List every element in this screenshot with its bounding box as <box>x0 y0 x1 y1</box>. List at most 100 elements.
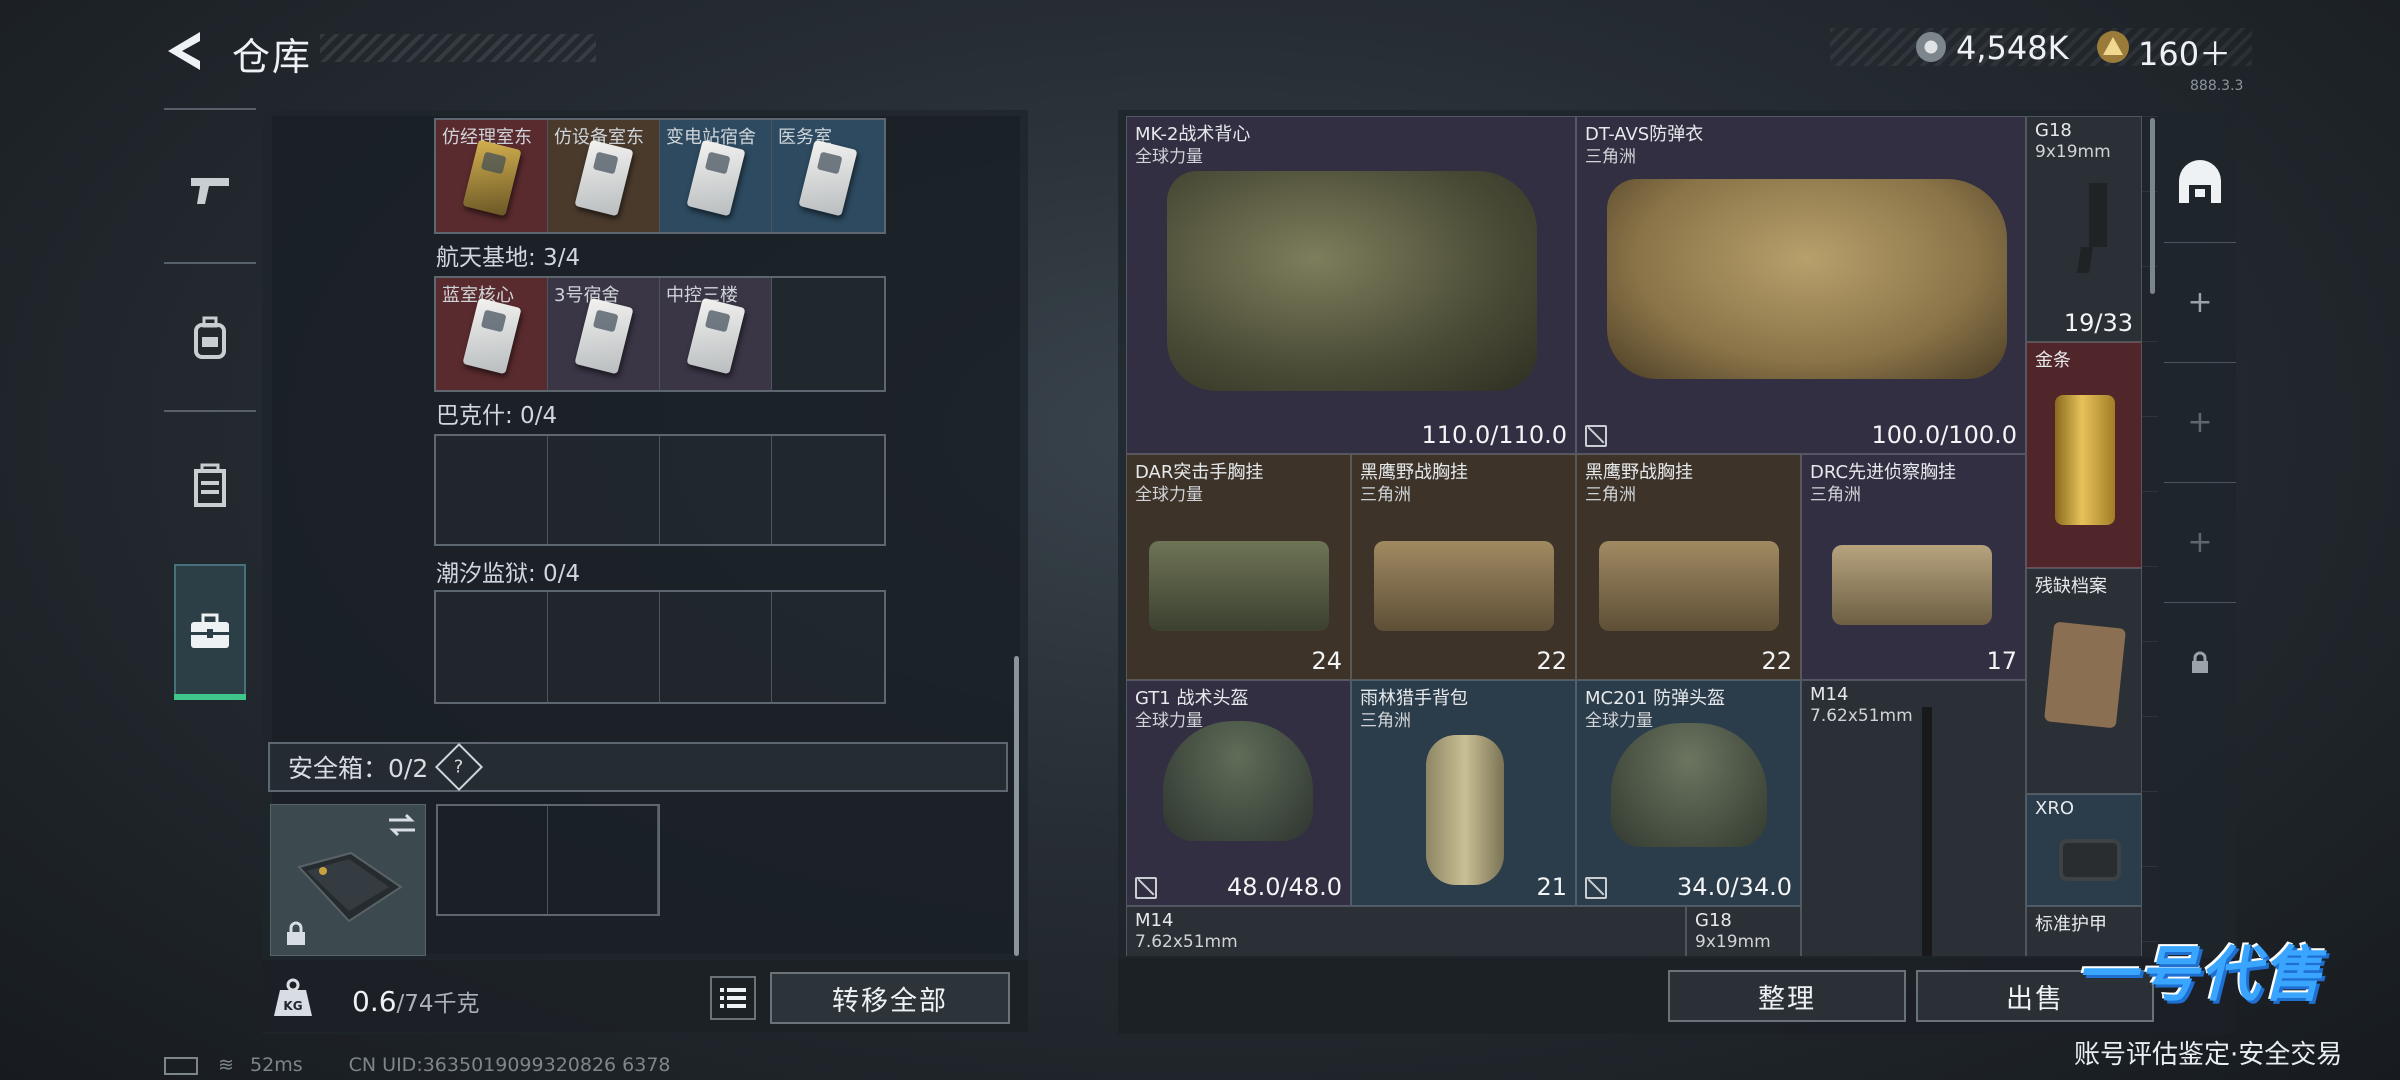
stash-item[interactable]: M14 7.62x51mm <box>1801 680 2026 956</box>
list-icon <box>720 988 746 1008</box>
stash-item[interactable]: G18 9x19mm 19/33 <box>2026 116 2142 342</box>
stash-item[interactable]: 残缺档案 <box>2026 568 2142 794</box>
currency-triangle-value[interactable]: 160＋ <box>2138 29 2231 75</box>
key-slot[interactable]: 3号宿舍 <box>548 278 660 390</box>
help-icon[interactable]: ? <box>435 742 484 792</box>
key-slot-empty[interactable] <box>548 436 660 544</box>
weight-current: 0.6 <box>352 985 397 1018</box>
item-name: 金条 <box>2035 350 2071 371</box>
version-text: 888.3.3 <box>2190 78 2244 94</box>
key-slot-empty[interactable] <box>548 592 660 702</box>
safe-case-slot[interactable] <box>270 804 426 956</box>
key-slot-empty[interactable] <box>772 278 884 390</box>
safe-case-icon <box>297 851 403 923</box>
key-slot[interactable]: 变电站宿舍 <box>660 120 772 232</box>
stash-page-add[interactable]: + <box>2164 242 2236 362</box>
stash-page-add[interactable]: + <box>2164 362 2236 482</box>
lock-icon <box>2192 651 2208 673</box>
weight-capacity: /74千克 <box>396 991 480 1017</box>
item-sub: 9x19mm <box>1695 932 1771 952</box>
key-card-icon <box>798 139 858 217</box>
stash-item[interactable]: MK-2战术背心 全球力量 110.0/110.0 <box>1126 116 1576 454</box>
item-sub: 三角洲 <box>1360 485 1411 505</box>
key-slot[interactable]: 仿经理室东 <box>436 120 548 232</box>
stash-item[interactable]: 黑鹰野战胸挂 三角洲 22 <box>1351 454 1576 680</box>
item-durability: 110.0/110.0 <box>1421 421 1568 449</box>
key-card-icon <box>574 297 634 375</box>
nav-divider <box>164 262 256 264</box>
kg-icon-label: KG <box>283 999 302 1013</box>
unbound-icon <box>1585 425 1607 447</box>
keys-scrollbar[interactable] <box>1014 656 1019 956</box>
key-slot-empty[interactable] <box>436 592 548 702</box>
stash-item[interactable]: DAR突击手胸挂 全球力量 24 <box>1126 454 1351 680</box>
stash-item[interactable]: DT-AVS防弹衣 三角洲 100.0/100.0 <box>1576 116 2026 454</box>
stash-item[interactable]: GT1 战术头盔 全球力量 48.0/48.0 <box>1126 680 1351 906</box>
stash-item[interactable]: M14 7.62x51mm <box>1126 906 1686 956</box>
backpack-icon <box>194 316 226 359</box>
stash-item[interactable]: 黑鹰野战胸挂 三角洲 22 <box>1576 454 1801 680</box>
helmet-image <box>1163 721 1313 841</box>
item-durability: 48.0/48.0 <box>1227 873 1342 901</box>
section-label-bakeshi: 巴克什: 0/4 <box>436 403 558 429</box>
stash-scrollbar[interactable] <box>2150 118 2155 294</box>
backpack-image <box>1426 735 1504 885</box>
key-grid-bakeshi <box>434 434 886 546</box>
safe-box-slots[interactable] <box>436 804 660 916</box>
list-view-button[interactable] <box>710 976 756 1020</box>
key-slot[interactable]: 蓝室核心 <box>436 278 548 390</box>
unbound-icon <box>1585 877 1607 899</box>
stash-item[interactable]: XRO <box>2026 794 2142 906</box>
nav-divider <box>164 108 256 110</box>
item-name: M14 <box>1135 910 1174 931</box>
section-label-prison: 潮汐监狱: 0/4 <box>436 561 581 587</box>
nav-tab-weapons[interactable] <box>164 120 256 260</box>
nav-divider <box>164 410 256 412</box>
key-slot-empty[interactable] <box>660 436 772 544</box>
stash-item[interactable]: MC201 防弹头盔 全球力量 34.0/34.0 <box>1576 680 1801 906</box>
watermark-logo: 一号代售 <box>2076 940 2324 1010</box>
stash-item[interactable]: 雨林猎手背包 三角洲 21 <box>1351 680 1576 906</box>
stash-page-main[interactable] <box>2164 122 2236 242</box>
section-label-space-base: 航天基地: 3/4 <box>436 245 581 271</box>
uid-text: CN UID:3635019099320826 6378 <box>348 1054 671 1076</box>
chest-rig-image <box>1832 545 1992 625</box>
nav-active-indicator <box>174 694 246 700</box>
safe-box-label: 安全箱：0/2 <box>288 754 429 783</box>
plus-icon: + <box>2187 405 2213 440</box>
swap-icon[interactable] <box>387 813 417 837</box>
transfer-all-button[interactable]: 转移全部 <box>770 972 1010 1024</box>
item-sub: 全球力量 <box>1585 711 1653 731</box>
key-slot[interactable]: 医务室 <box>772 120 884 232</box>
stash-item[interactable]: 金条 <box>2026 342 2142 568</box>
nav-tab-armor[interactable] <box>164 416 256 556</box>
item-capacity: 17 <box>1986 647 2017 675</box>
key-grid-space-base: 蓝室核心 3号宿舍 中控三楼 <box>434 276 886 392</box>
key-slot[interactable]: 中控三楼 <box>660 278 772 390</box>
item-sub: 9x19mm <box>2035 142 2111 162</box>
unbound-icon <box>1135 877 1157 899</box>
currency-coin-value: 4,548K <box>1956 29 2069 67</box>
item-sub: 7.62x51mm <box>1810 706 1913 726</box>
sort-button[interactable]: 整理 <box>1668 970 1906 1022</box>
key-slot-empty[interactable] <box>772 592 884 702</box>
item-name: G18 <box>2035 120 2072 141</box>
item-capacity: 21 <box>1536 873 1567 901</box>
key-slot-empty[interactable] <box>436 436 548 544</box>
stash-item[interactable]: G18 9x19mm <box>1686 906 1801 956</box>
stash-item[interactable]: DRC先进侦察胸挂 三角洲 17 <box>1801 454 2026 680</box>
stash-page-locked[interactable] <box>2164 602 2236 722</box>
wifi-icon: ≋ <box>218 1054 234 1076</box>
watermark-subtitle: 账号评估鉴定·安全交易 <box>2074 1040 2343 1070</box>
documents-image <box>2043 621 2127 729</box>
key-slot[interactable]: 仿设备室东 <box>548 120 660 232</box>
nav-tab-backpack[interactable] <box>164 268 256 408</box>
stash-page-add[interactable]: + <box>2164 482 2236 602</box>
scope-image <box>2059 839 2121 881</box>
back-arrow-icon[interactable] <box>160 28 210 74</box>
plus-icon: + <box>2187 285 2213 320</box>
key-slot-empty[interactable] <box>772 436 884 544</box>
key-slot-empty[interactable] <box>660 592 772 702</box>
helmet-image <box>1611 723 1767 847</box>
stash-grid[interactable]: MK-2战术背心 全球力量 110.0/110.0 DT-AVS防弹衣 三角洲 … <box>1126 116 2158 956</box>
